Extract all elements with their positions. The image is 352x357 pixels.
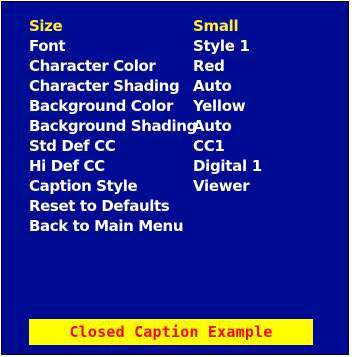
menu-item-background-shading[interactable]: Background Shading Auto xyxy=(29,116,262,136)
menu-item-font[interactable]: Font Style 1 xyxy=(29,36,262,56)
menu-item-label: Hi Def CC xyxy=(29,157,105,175)
menu-item-label: Character Shading xyxy=(29,77,180,95)
closed-caption-menu-panel: Size Small Font Style 1 Character Color … xyxy=(1,1,349,355)
menu-item-back-to-main-menu[interactable]: Back to Main Menu xyxy=(29,216,262,236)
menu-item-size[interactable]: Size Small xyxy=(29,16,262,36)
caption-settings-menu: Size Small Font Style 1 Character Color … xyxy=(29,16,262,236)
closed-caption-example-preview: Closed Caption Example xyxy=(29,319,313,345)
menu-item-caption-style[interactable]: Caption Style Viewer xyxy=(29,176,262,196)
menu-item-label: Back to Main Menu xyxy=(29,217,184,235)
menu-item-value: Style 1 xyxy=(193,37,250,55)
menu-item-value: Yellow xyxy=(193,97,246,115)
menu-item-hi-def-cc[interactable]: Hi Def CC Digital 1 xyxy=(29,156,262,176)
menu-item-label: Font xyxy=(29,37,66,55)
closed-caption-example-text: Closed Caption Example xyxy=(69,323,273,341)
menu-item-value: Auto xyxy=(193,77,232,95)
menu-item-value: Small xyxy=(193,17,239,35)
menu-item-label: Std Def CC xyxy=(29,137,116,155)
menu-item-value: Viewer xyxy=(193,177,250,195)
menu-item-character-color[interactable]: Character Color Red xyxy=(29,56,262,76)
menu-item-label: Background Color xyxy=(29,97,173,115)
menu-item-value: Digital 1 xyxy=(193,157,262,175)
menu-item-reset-to-defaults[interactable]: Reset to Defaults xyxy=(29,196,262,216)
menu-item-value: CC1 xyxy=(193,137,225,155)
menu-item-label: Caption Style xyxy=(29,177,138,195)
menu-item-label: Character Color xyxy=(29,57,156,75)
menu-item-value: Auto xyxy=(193,117,232,135)
menu-item-label: Background Shading xyxy=(29,117,197,135)
menu-item-label: Reset to Defaults xyxy=(29,197,170,215)
menu-item-background-color[interactable]: Background Color Yellow xyxy=(29,96,262,116)
menu-item-std-def-cc[interactable]: Std Def CC CC1 xyxy=(29,136,262,156)
menu-item-label: Size xyxy=(29,17,63,35)
menu-item-character-shading[interactable]: Character Shading Auto xyxy=(29,76,262,96)
menu-item-value: Red xyxy=(193,57,225,75)
